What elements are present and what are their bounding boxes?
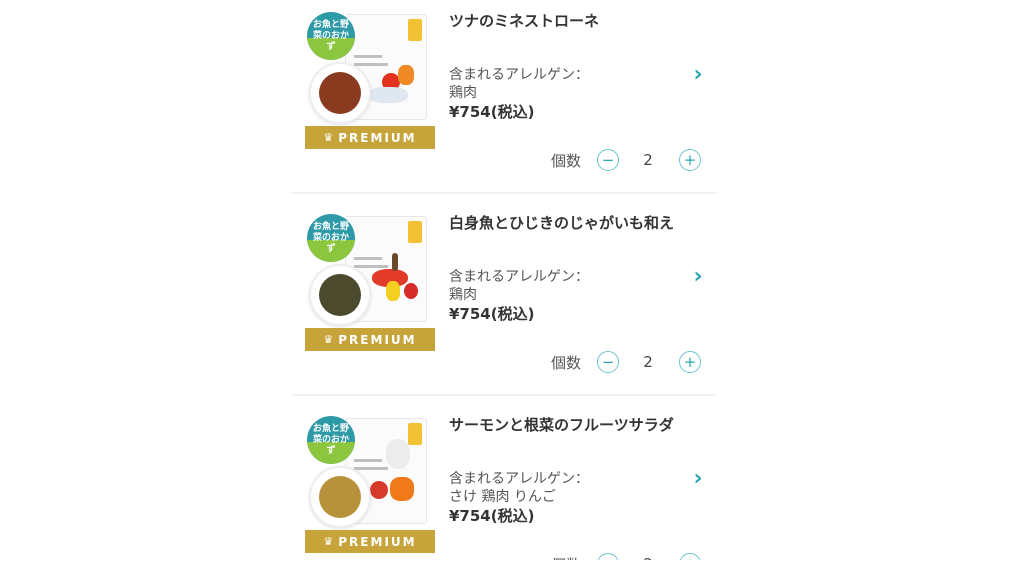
category-badge: お魚と野菜のおかず <box>307 12 355 60</box>
chevron-right-icon[interactable]: › <box>690 468 706 490</box>
crown-icon: ♛ <box>323 333 334 346</box>
food-bowl <box>309 264 371 326</box>
allergen-value: 鶏肉 <box>449 85 477 101</box>
cart-item: お魚と野菜のおかず ♛ PREMIUM サーモンと根菜のフルーツサラダ 含まれる… <box>292 404 716 560</box>
product-price: ¥754(税込) <box>449 103 535 121</box>
food-bowl <box>309 466 371 528</box>
cart-item: お魚と野菜のおかず ♛ PREMIUM 白身魚とひじきのじゃがいも和え 含まれる… <box>292 202 716 402</box>
premium-banner: ♛ PREMIUM <box>305 328 435 351</box>
category-badge: お魚と野菜のおかず <box>307 214 355 262</box>
category-badge: お魚と野菜のおかず <box>307 416 355 464</box>
product-image: お魚と野菜のおかず <box>305 214 435 328</box>
quantity-decrease-button[interactable]: − <box>597 553 619 560</box>
allergen-label: 含まれるアレルゲン： <box>449 269 589 285</box>
chevron-right-icon[interactable]: › <box>690 266 706 288</box>
chevron-right-icon[interactable]: › <box>690 64 706 86</box>
allergen-label: 含まれるアレルゲン： <box>449 67 589 83</box>
cart-item: お魚と野菜のおかず ♛ PREMIUM ツナのミネストローネ 含まれるアレルゲン… <box>292 0 716 200</box>
quantity-value: 2 <box>643 151 653 169</box>
category-badge-text: お魚と野菜のおかず <box>312 19 349 52</box>
food-bowl <box>309 62 371 124</box>
quantity-value: 2 <box>643 353 653 371</box>
product-thumbnail[interactable]: お魚と野菜のおかず ♛ PREMIUM <box>305 12 435 149</box>
cart-list: お魚と野菜のおかず ♛ PREMIUM ツナのミネストローネ 含まれるアレルゲン… <box>292 0 716 560</box>
quantity-label: 個数 <box>551 354 582 372</box>
crown-icon: ♛ <box>323 535 334 548</box>
premium-label: PREMIUM <box>338 534 417 549</box>
product-image: お魚と野菜のおかず <box>305 416 435 530</box>
quantity-value: 2 <box>642 555 654 560</box>
food-fill <box>319 476 361 518</box>
category-badge-text: お魚と野菜のおかず <box>312 423 349 456</box>
product-price: ¥754(税込) <box>449 305 535 323</box>
product-thumbnail[interactable]: お魚と野菜のおかず ♛ PREMIUM <box>305 416 435 553</box>
allergen-label: 含まれるアレルゲン： <box>449 471 589 487</box>
food-fill <box>319 72 361 114</box>
premium-label: PREMIUM <box>338 130 417 145</box>
quantity-label: 個数 <box>551 554 581 560</box>
product-thumbnail[interactable]: お魚と野菜のおかず ♛ PREMIUM <box>305 214 435 351</box>
product-name[interactable]: サーモンと根菜のフルーツサラダ <box>449 414 674 435</box>
quantity-decrease-button[interactable]: − <box>597 149 619 171</box>
premium-label: PREMIUM <box>338 332 417 347</box>
allergen-value: 鶏肉 <box>449 287 477 303</box>
quantity-increase-button[interactable]: + <box>679 351 701 373</box>
quantity-increase-button[interactable]: + <box>679 553 701 560</box>
premium-banner: ♛ PREMIUM <box>305 530 435 553</box>
food-fill <box>319 274 361 316</box>
product-name[interactable]: ツナのミネストローネ <box>449 10 599 31</box>
allergen-value: さけ 鶏肉 りんご <box>449 489 556 505</box>
product-name[interactable]: 白身魚とひじきのじゃがいも和え <box>449 212 674 233</box>
premium-banner: ♛ PREMIUM <box>305 126 435 149</box>
category-badge-text: お魚と野菜のおかず <box>312 221 349 254</box>
item-divider <box>292 394 716 396</box>
crown-icon: ♛ <box>323 131 334 144</box>
quantity-decrease-button[interactable]: − <box>597 351 619 373</box>
quantity-increase-button[interactable]: + <box>679 149 701 171</box>
quantity-label: 個数 <box>551 152 582 170</box>
product-price: ¥754(税込) <box>449 507 535 525</box>
product-image: お魚と野菜のおかず <box>305 12 435 126</box>
item-divider <box>292 192 716 194</box>
